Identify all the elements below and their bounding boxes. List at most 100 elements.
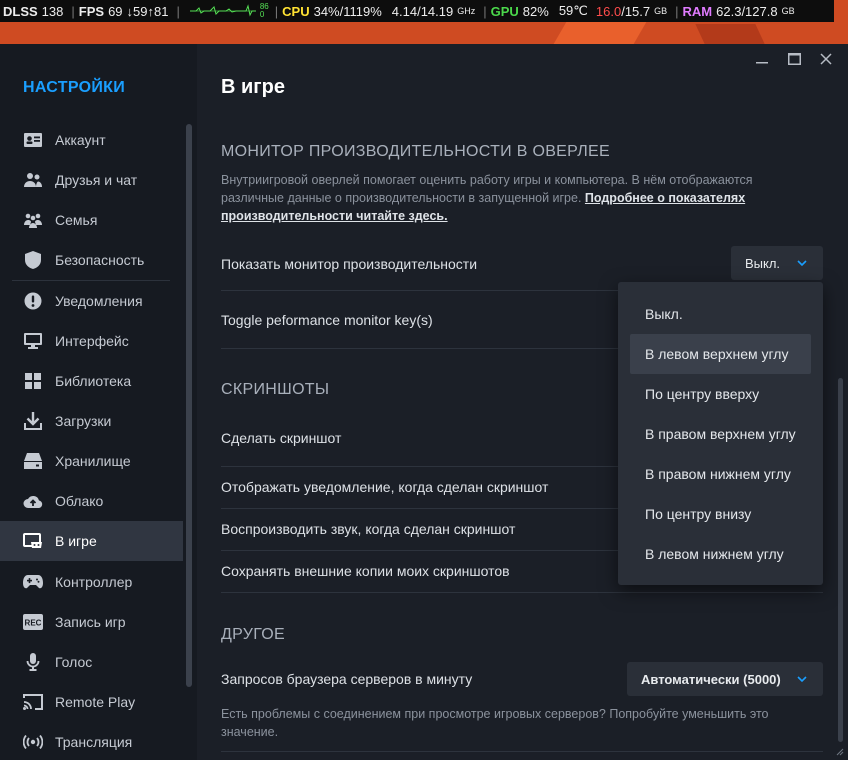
osd-cpu-label: CPU: [282, 3, 310, 19]
show-monitor-select-value: Выкл.: [745, 255, 781, 271]
sidebar-item-label: Безопасность: [55, 252, 145, 268]
osd-cpu-freq: 4.14/14.19: [391, 3, 454, 19]
settings-content: В игре МОНИТОР ПРОИЗВОДИТЕЛЬНОСТИ В ОВЕР…: [197, 44, 848, 760]
rec-icon: REC: [23, 612, 43, 632]
osd-ram-unit: GB: [781, 6, 795, 16]
alert-icon: [23, 291, 43, 311]
sidebar-item-friends[interactable]: Друзья и чат: [0, 160, 183, 200]
monitor-icon: [23, 331, 43, 351]
maximize-button[interactable]: [778, 48, 810, 70]
sidebar-item-controller[interactable]: Контроллер: [0, 562, 183, 602]
osd-fps-label: FPS: [78, 3, 105, 19]
svg-text:REC: REC: [25, 619, 42, 628]
sidebar-title: НАСТРОЙКИ: [23, 79, 126, 96]
minimize-button[interactable]: [746, 48, 778, 70]
section-title-other: ДРУГОЕ: [221, 626, 286, 643]
sidebar-item-in-game[interactable]: В игре: [0, 521, 183, 561]
close-button[interactable]: [810, 48, 842, 70]
chevron-down-icon: [795, 256, 809, 270]
close-icon: [820, 53, 832, 65]
graph-scale-bottom: 0: [259, 10, 265, 19]
storage-icon: [23, 451, 43, 471]
friends-icon: [23, 170, 43, 190]
browser-requests-select[interactable]: Автоматически (5000): [627, 662, 823, 696]
osd-dlss-label: DLSS: [3, 3, 38, 19]
sidebar-item-game-recording[interactable]: REC Запись игр: [0, 602, 183, 642]
osd-vram-unit: GB: [654, 6, 668, 16]
ingame-icon: [23, 531, 43, 551]
sidebar-item-label: Контроллер: [55, 574, 133, 590]
dropdown-option-top-left[interactable]: В левом верхнем углу: [630, 334, 811, 374]
window-controls: [746, 48, 842, 70]
osd-separator: |: [71, 3, 75, 19]
osd-gpu-value: 82%: [522, 3, 549, 19]
sidebar-item-label: Аккаунт: [55, 132, 106, 148]
row-divider: [221, 751, 823, 752]
chevron-down-icon: [795, 672, 809, 686]
cast-icon: [23, 692, 43, 712]
performance-osd: DLSS 138 | FPS 69 ↓59↑81 | 86 0 | CPU 34…: [0, 0, 834, 22]
sidebar-item-label: Облако: [55, 493, 104, 509]
background-shard: [695, 24, 765, 44]
browser-requests-select-value: Автоматически (5000): [641, 671, 781, 687]
osd-gpu-temp: 59℃: [558, 3, 588, 18]
graph-scale: 86 0: [260, 3, 269, 19]
sidebar-item-storage[interactable]: Хранилище: [0, 441, 183, 481]
app-root: DLSS 138 | FPS 69 ↓59↑81 | 86 0 | CPU 34…: [0, 0, 848, 760]
sidebar-item-label: Голос: [55, 654, 93, 670]
microphone-icon: [23, 652, 43, 672]
download-icon: [23, 411, 43, 431]
minimize-icon: [756, 62, 768, 64]
browser-requests-hint: Есть проблемы с соединением при просмотр…: [221, 707, 769, 739]
position-dropdown-menu: Выкл. В левом верхнем углу По центру вве…: [618, 282, 823, 585]
sidebar-item-security[interactable]: Безопасность: [0, 240, 183, 280]
section-title-performance-monitor: МОНИТОР ПРОИЗВОДИТЕЛЬНОСТИ В ОВЕРЛЕЕ: [221, 143, 610, 160]
osd-vram-total: /15.7: [621, 3, 651, 19]
osd-gpu-label: GPU: [490, 3, 519, 19]
sidebar-item-remote-play[interactable]: Remote Play: [0, 682, 183, 722]
osd-ram-value: 62.3/127.8: [716, 3, 778, 19]
sidebar-item-label: Запись игр: [55, 614, 126, 630]
dropdown-option-top-right[interactable]: В правом верхнем углу: [630, 414, 811, 454]
sidebar-item-label: Трансляция: [55, 734, 133, 750]
sidebar-item-voice[interactable]: Голос: [0, 642, 183, 682]
sidebar-item-label: Друзья и чат: [55, 172, 138, 188]
frametime-graph: [189, 4, 256, 18]
osd-dlss-value: 138: [41, 3, 64, 19]
show-monitor-select[interactable]: Выкл.: [731, 246, 823, 280]
dropdown-option-bottom-right[interactable]: В правом нижнем углу: [630, 454, 811, 494]
sidebar-item-broadcast[interactable]: Трансляция: [0, 722, 183, 760]
sidebar-item-family[interactable]: Семья: [0, 200, 183, 240]
background-shard: [553, 22, 647, 44]
sidebar-item-notifications[interactable]: Уведомления: [0, 281, 183, 321]
maximize-icon: [787, 53, 801, 65]
osd-separator: |: [675, 3, 679, 19]
sidebar-scrollbar[interactable]: [186, 124, 192, 687]
sidebar-item-label: В игре: [55, 533, 97, 549]
osd-fps-extra: ↓59↑81: [126, 3, 169, 19]
account-card-icon: [23, 130, 43, 150]
grid-icon: [23, 371, 43, 391]
dropdown-option-bottom-center[interactable]: По центру внизу: [630, 494, 811, 534]
osd-separator: |: [274, 3, 279, 19]
sidebar-item-downloads[interactable]: Загрузки: [0, 401, 183, 441]
dropdown-option-bottom-left[interactable]: В левом нижнем углу: [630, 534, 811, 574]
sidebar-item-label: Семья: [55, 212, 98, 228]
resize-grip-icon[interactable]: [834, 746, 844, 756]
performance-description: Внутриигровой оверлей помогает оценить р…: [221, 171, 796, 225]
content-scrollbar[interactable]: [838, 378, 843, 742]
dropdown-option-top-center[interactable]: По центру вверху: [630, 374, 811, 414]
sidebar-item-cloud[interactable]: Облако: [0, 481, 183, 521]
osd-vram-value: 16.0: [595, 3, 622, 19]
dropdown-option-off[interactable]: Выкл.: [630, 294, 811, 334]
sidebar-item-account[interactable]: Аккаунт: [0, 120, 183, 160]
family-icon: [23, 210, 43, 230]
gamepad-icon: [23, 572, 43, 592]
sidebar-item-library[interactable]: Библиотека: [0, 361, 183, 401]
section-title-screenshots: СКРИНШОТЫ: [221, 381, 330, 398]
osd-cpu-freq-unit: GHz: [457, 6, 476, 16]
settings-sidebar: НАСТРОЙКИ Аккаунт Друзья и чат Семья Без…: [0, 44, 197, 760]
sidebar-item-label: Интерфейс: [55, 333, 129, 349]
sidebar-item-label: Уведомления: [55, 293, 143, 309]
sidebar-item-interface[interactable]: Интерфейс: [0, 321, 183, 361]
